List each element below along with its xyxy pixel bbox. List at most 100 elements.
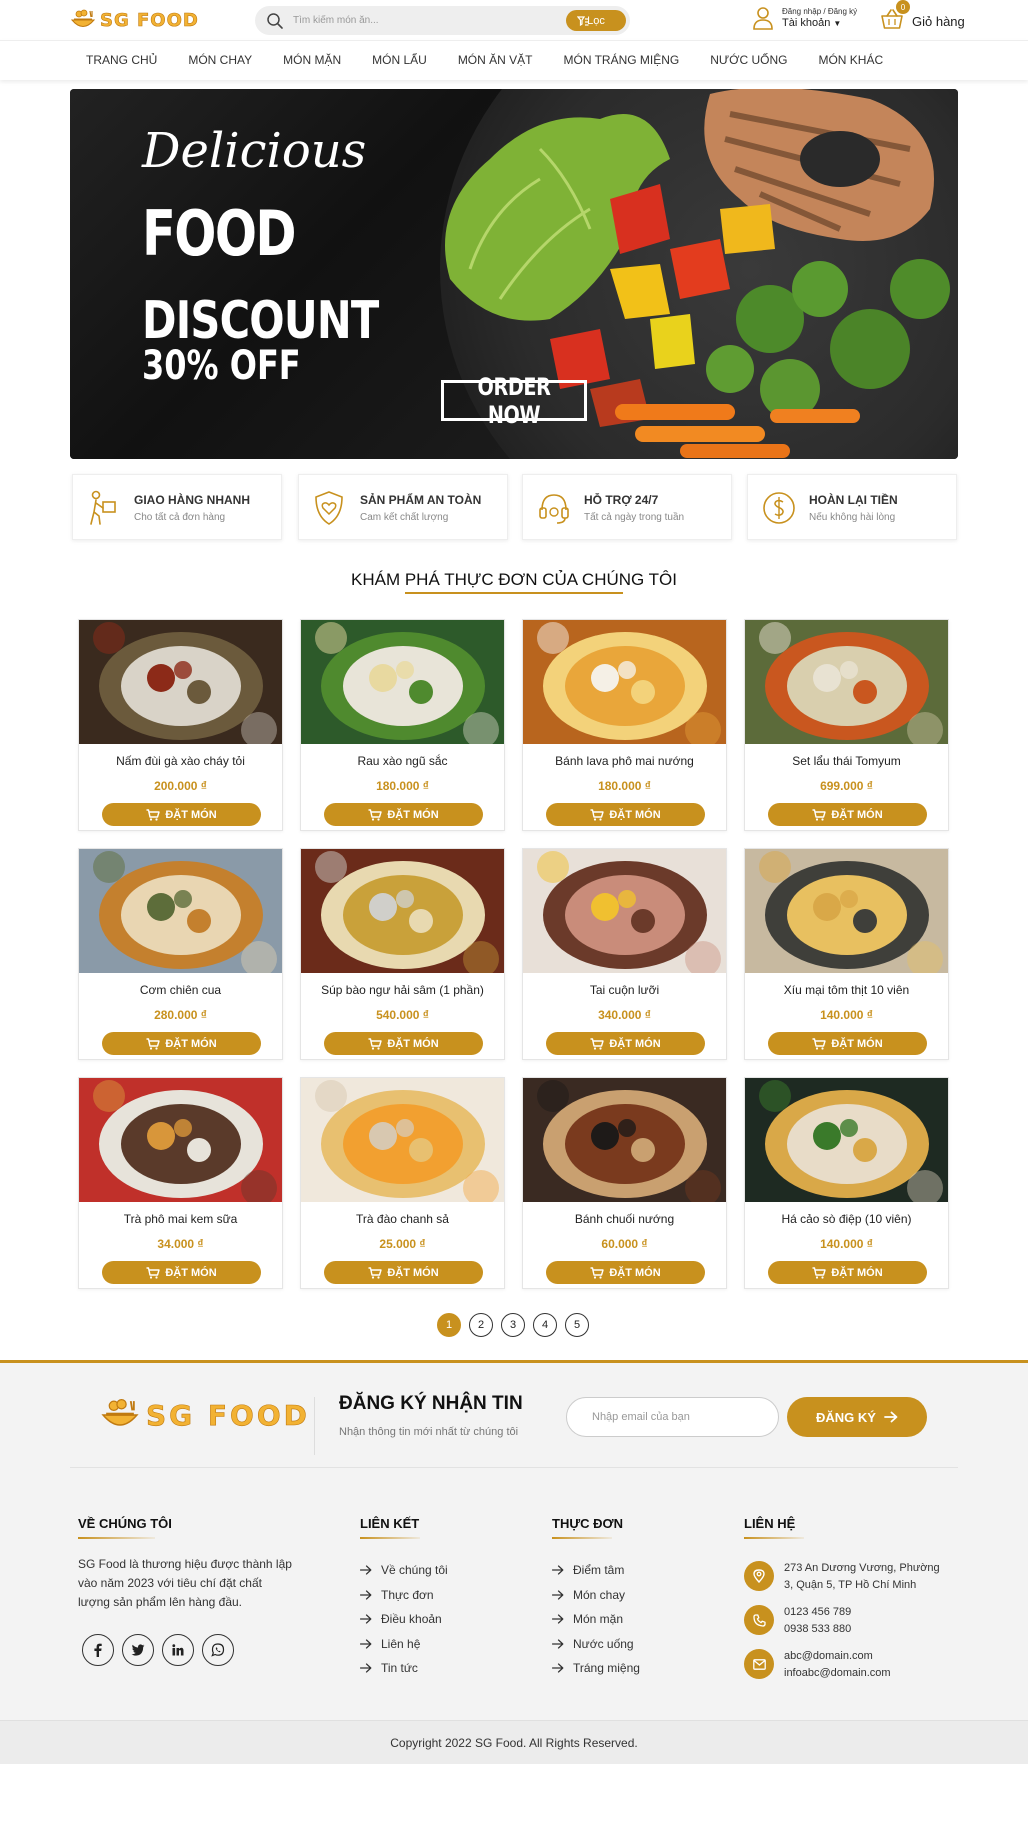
- order-button[interactable]: ĐẶT MÓN: [546, 1032, 705, 1055]
- cart-icon: [368, 1266, 383, 1279]
- nav-item[interactable]: MÓN CHAY: [188, 53, 252, 67]
- map-pin-icon: [744, 1561, 774, 1591]
- order-button[interactable]: ĐẶT MÓN: [324, 803, 483, 826]
- footer-link[interactable]: Về chúng tôi: [360, 1558, 448, 1583]
- product-price: 340.000 ₫: [598, 1008, 651, 1022]
- order-button[interactable]: ĐẶT MÓN: [768, 1032, 927, 1055]
- nav-item[interactable]: MÓN TRÁNG MIỆNG: [563, 53, 679, 67]
- footer-link[interactable]: Điểm tâm: [552, 1558, 640, 1583]
- product-card[interactable]: Bánh lava phô mai nướng 180.000 ₫ ĐẶT MÓN: [522, 619, 727, 831]
- product-name[interactable]: Bánh chuối nướng: [523, 1212, 726, 1226]
- contact-address: 273 An Dương Vương, Phường 3, Quận 5, TP…: [744, 1560, 944, 1594]
- product-image[interactable]: [745, 849, 948, 973]
- email-1[interactable]: abc@domain.com: [784, 1648, 944, 1665]
- product-card[interactable]: Set lẩu thái Tomyum 699.000 ₫ ĐẶT MÓN: [744, 619, 949, 831]
- product-price: 60.000 ₫: [601, 1237, 648, 1251]
- order-button[interactable]: ĐẶT MÓN: [324, 1261, 483, 1284]
- product-card[interactable]: Nấm đùi gà xào cháy tỏi 200.000 ₫ ĐẶT MÓN: [78, 619, 283, 831]
- cart-button[interactable]: 0 Giỏ hàng: [880, 0, 965, 29]
- order-button[interactable]: ĐẶT MÓN: [768, 1261, 927, 1284]
- product-image[interactable]: [301, 620, 504, 744]
- product-name[interactable]: Xíu mại tôm thịt 10 viên: [745, 983, 948, 997]
- nav-item[interactable]: NƯỚC UỐNG: [710, 53, 787, 67]
- footer-link[interactable]: Liên hệ: [360, 1632, 448, 1657]
- phone-1[interactable]: 0123 456 789: [784, 1604, 944, 1621]
- footer-link[interactable]: Món chay: [552, 1583, 640, 1608]
- brand-logo[interactable]: SG FOOD: [70, 8, 199, 32]
- product-image[interactable]: [301, 849, 504, 973]
- product-image[interactable]: [301, 1078, 504, 1202]
- nav-item[interactable]: MÓN ĂN VẶT: [458, 53, 533, 67]
- product-price: 34.000 ₫: [157, 1237, 204, 1251]
- page-1-button[interactable]: 1: [437, 1313, 461, 1337]
- order-button[interactable]: ĐẶT MÓN: [102, 803, 261, 826]
- product-image[interactable]: [745, 1078, 948, 1202]
- product-card[interactable]: Rau xào ngũ sắc 180.000 ₫ ĐẶT MÓN: [300, 619, 505, 831]
- product-image[interactable]: [523, 849, 726, 973]
- product-name[interactable]: Bánh lava phô mai nướng: [523, 754, 726, 768]
- linkedin-icon[interactable]: [162, 1634, 194, 1666]
- phone-2[interactable]: 0938 533 880: [784, 1621, 944, 1638]
- footer-link[interactable]: Thực đơn: [360, 1583, 448, 1608]
- login-register-link[interactable]: Đăng nhập / Đăng ký: [782, 6, 857, 17]
- order-button[interactable]: ĐẶT MÓN: [102, 1261, 261, 1284]
- product-name[interactable]: Cơm chiên cua: [79, 983, 282, 997]
- product-card[interactable]: Trà phô mai kem sữa 34.000 ₫ ĐẶT MÓN: [78, 1077, 283, 1289]
- nav-item[interactable]: MÓN LẨU: [372, 53, 427, 67]
- nav-item[interactable]: TRANG CHỦ: [86, 53, 157, 67]
- whatsapp-icon[interactable]: [202, 1634, 234, 1666]
- product-image[interactable]: [79, 620, 282, 744]
- newsletter-email-input[interactable]: [566, 1397, 779, 1437]
- cart-icon: [146, 808, 161, 821]
- product-image[interactable]: [745, 620, 948, 744]
- order-label: ĐẶT MÓN: [165, 1266, 217, 1279]
- product-card[interactable]: Xíu mại tôm thịt 10 viên 140.000 ₫ ĐẶT MÓN: [744, 848, 949, 1060]
- order-now-button[interactable]: ORDER NOW: [441, 373, 587, 429]
- product-name[interactable]: Súp bào ngư hải sâm (1 phần): [301, 983, 504, 997]
- footer-link[interactable]: Điều khoản: [360, 1607, 448, 1632]
- product-name[interactable]: Nấm đùi gà xào cháy tỏi: [79, 754, 282, 768]
- product-image[interactable]: [79, 1078, 282, 1202]
- product-card[interactable]: Há cảo sò điệp (10 viên) 140.000 ₫ ĐẶT MÓN: [744, 1077, 949, 1289]
- facebook-icon[interactable]: [82, 1634, 114, 1666]
- order-button[interactable]: ĐẶT MÓN: [768, 803, 927, 826]
- product-name[interactable]: Set lẩu thái Tomyum: [745, 754, 948, 768]
- product-card[interactable]: Tai cuộn lưỡi 340.000 ₫ ĐẶT MÓN: [522, 848, 727, 1060]
- product-image[interactable]: [523, 1078, 726, 1202]
- email-2[interactable]: infoabc@domain.com: [784, 1665, 944, 1682]
- subscribe-button[interactable]: ĐĂNG KÝ: [787, 1397, 927, 1437]
- product-name[interactable]: Trà phô mai kem sữa: [79, 1212, 282, 1226]
- order-label: ĐẶT MÓN: [831, 808, 883, 821]
- order-button[interactable]: ĐẶT MÓN: [102, 1032, 261, 1055]
- banner-headline-food: FOOD: [142, 197, 297, 270]
- footer-logo[interactable]: SG FOOD: [100, 1398, 310, 1432]
- order-button[interactable]: ĐẶT MÓN: [546, 1261, 705, 1284]
- footer-link[interactable]: Nước uống: [552, 1632, 640, 1657]
- product-name[interactable]: Trà đào chanh sả: [301, 1212, 504, 1226]
- filter-button[interactable]: Lọc: [566, 10, 626, 31]
- footer-link[interactable]: Tin tức: [360, 1656, 448, 1681]
- product-card[interactable]: Trà đào chanh sả 25.000 ₫ ĐẶT MÓN: [300, 1077, 505, 1289]
- product-card[interactable]: Súp bào ngư hải sâm (1 phần) 540.000 ₫ ĐẶT…: [300, 848, 505, 1060]
- search-input[interactable]: [293, 10, 543, 31]
- page-2-button[interactable]: 2: [469, 1313, 493, 1337]
- product-name[interactable]: Há cảo sò điệp (10 viên): [745, 1212, 948, 1226]
- product-image[interactable]: [523, 620, 726, 744]
- nav-item[interactable]: MÓN MẶN: [283, 53, 341, 67]
- product-name[interactable]: Tai cuộn lưỡi: [523, 983, 726, 997]
- nav-item[interactable]: MÓN KHÁC: [818, 53, 883, 67]
- page-5-button[interactable]: 5: [565, 1313, 589, 1337]
- page-3-button[interactable]: 3: [501, 1313, 525, 1337]
- page-4-button[interactable]: 4: [533, 1313, 557, 1337]
- order-button[interactable]: ĐẶT MÓN: [324, 1032, 483, 1055]
- product-image[interactable]: [79, 849, 282, 973]
- product-card[interactable]: Bánh chuối nướng 60.000 ₫ ĐẶT MÓN: [522, 1077, 727, 1289]
- order-button[interactable]: ĐẶT MÓN: [546, 803, 705, 826]
- product-name[interactable]: Rau xào ngũ sắc: [301, 754, 504, 768]
- footer-link[interactable]: Tráng miệng: [552, 1656, 640, 1681]
- address-text: 273 An Dương Vương, Phường 3, Quận 5, TP…: [784, 1562, 940, 1591]
- twitter-icon[interactable]: [122, 1634, 154, 1666]
- footer-link[interactable]: Món mặn: [552, 1607, 640, 1632]
- product-card[interactable]: Cơm chiên cua 280.000 ₫ ĐẶT MÓN: [78, 848, 283, 1060]
- account-menu[interactable]: Đăng nhập / Đăng ký Tài khoản ▼: [752, 6, 857, 30]
